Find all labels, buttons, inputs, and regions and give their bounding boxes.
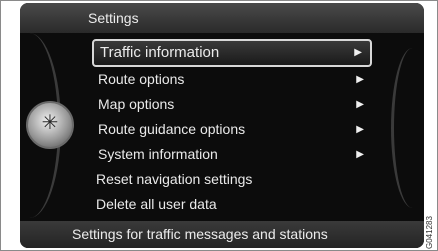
chevron-right-icon: ▶ (356, 99, 364, 110)
help-text: Settings for traffic messages and statio… (72, 226, 328, 242)
menu-item-label: System information (98, 146, 218, 162)
menu-item-label: Reset navigation settings (96, 171, 253, 187)
menu-item-system-information[interactable]: System information ▶ (92, 142, 372, 167)
chevron-right-icon: ▶ (356, 149, 364, 160)
menu-item-label: Delete all user data (96, 196, 217, 212)
figure-frame: Settings ✳ Traffic information ▶ Route o… (0, 0, 438, 251)
menu-item-route-guidance-options[interactable]: Route guidance options ▶ (92, 117, 372, 142)
menu-item-label: Traffic information (100, 44, 220, 61)
figure-code: G041283 (425, 216, 434, 249)
menu-item-reset-navigation-settings[interactable]: Reset navigation settings (92, 167, 372, 192)
menu-item-traffic-information[interactable]: Traffic information ▶ (92, 39, 372, 67)
chevron-right-icon: ▶ (354, 47, 362, 58)
menu-item-delete-all-user-data[interactable]: Delete all user data (92, 192, 372, 217)
menu-item-map-options[interactable]: Map options ▶ (92, 92, 372, 117)
chevron-right-icon: ▶ (356, 74, 364, 85)
menu-item-label: Route options (98, 71, 185, 87)
settings-menu: Traffic information ▶ Route options ▶ Ma… (92, 39, 372, 217)
help-bar: Settings for traffic messages and statio… (20, 221, 424, 248)
header-bar: Settings (20, 3, 424, 33)
chevron-right-icon: ▶ (356, 124, 364, 135)
navigation-knob-icon[interactable]: ✳ (26, 101, 74, 149)
menu-item-label: Route guidance options (98, 121, 246, 137)
knob-glyph-icon: ✳ (41, 112, 59, 134)
page-title: Settings (88, 10, 139, 26)
right-ring-decoration (391, 48, 424, 208)
settings-screen: Settings ✳ Traffic information ▶ Route o… (20, 3, 424, 248)
menu-item-label: Map options (98, 96, 175, 112)
menu-item-route-options[interactable]: Route options ▶ (92, 67, 372, 92)
